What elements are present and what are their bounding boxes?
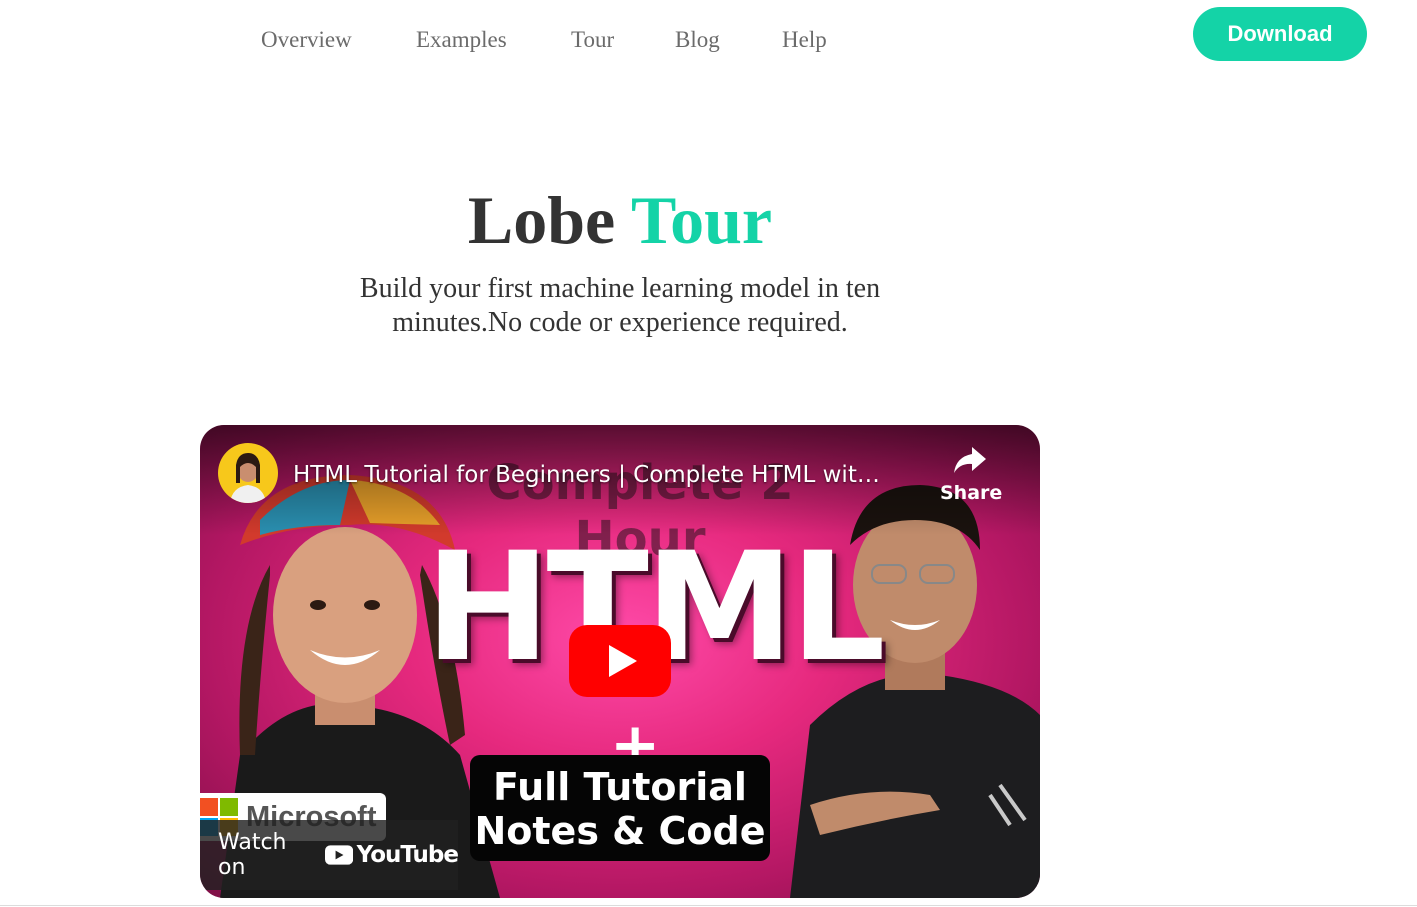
youtube-play-icon[interactable]	[569, 625, 671, 697]
title-accent: Tour	[631, 182, 773, 258]
thumbnail-notes-box: Full Tutorial Notes & Code	[470, 755, 770, 861]
thumbnail-box-line2: Notes & Code	[474, 809, 766, 853]
share-icon	[954, 447, 986, 473]
share-label: Share	[940, 482, 1003, 504]
page-title: Lobe Tour	[0, 180, 1240, 260]
watch-on-label: Watch on	[218, 830, 287, 880]
watch-on-youtube-button[interactable]: Watch on YouTube	[200, 820, 459, 890]
nav-link-overview[interactable]: Overview	[261, 26, 352, 54]
top-nav: Overview Examples Tour Blog Help Downloa…	[0, 0, 1417, 80]
download-button[interactable]: Download	[1193, 7, 1367, 61]
youtube-logo-icon	[324, 845, 353, 865]
youtube-label: YouTube	[356, 842, 459, 868]
nav-link-tour[interactable]: Tour	[571, 26, 614, 54]
bottom-divider	[0, 905, 1417, 906]
share-button[interactable]: Share	[940, 445, 1003, 525]
video-title[interactable]: HTML Tutorial for Beginners | Complete H…	[293, 461, 933, 489]
avatar-person-icon	[230, 453, 266, 503]
nav-link-blog[interactable]: Blog	[675, 26, 720, 54]
thumbnail-box-line1: Full Tutorial	[493, 765, 747, 809]
page-subtitle: Build your first machine learning model …	[359, 273, 881, 338]
video-embed[interactable]: Complete 2 Hour HTML + Full Tutorial Not…	[200, 425, 1040, 898]
title-main: Lobe	[467, 182, 616, 258]
channel-avatar[interactable]	[218, 443, 278, 503]
nav-link-help[interactable]: Help	[782, 26, 827, 54]
nav-link-examples[interactable]: Examples	[416, 26, 507, 54]
